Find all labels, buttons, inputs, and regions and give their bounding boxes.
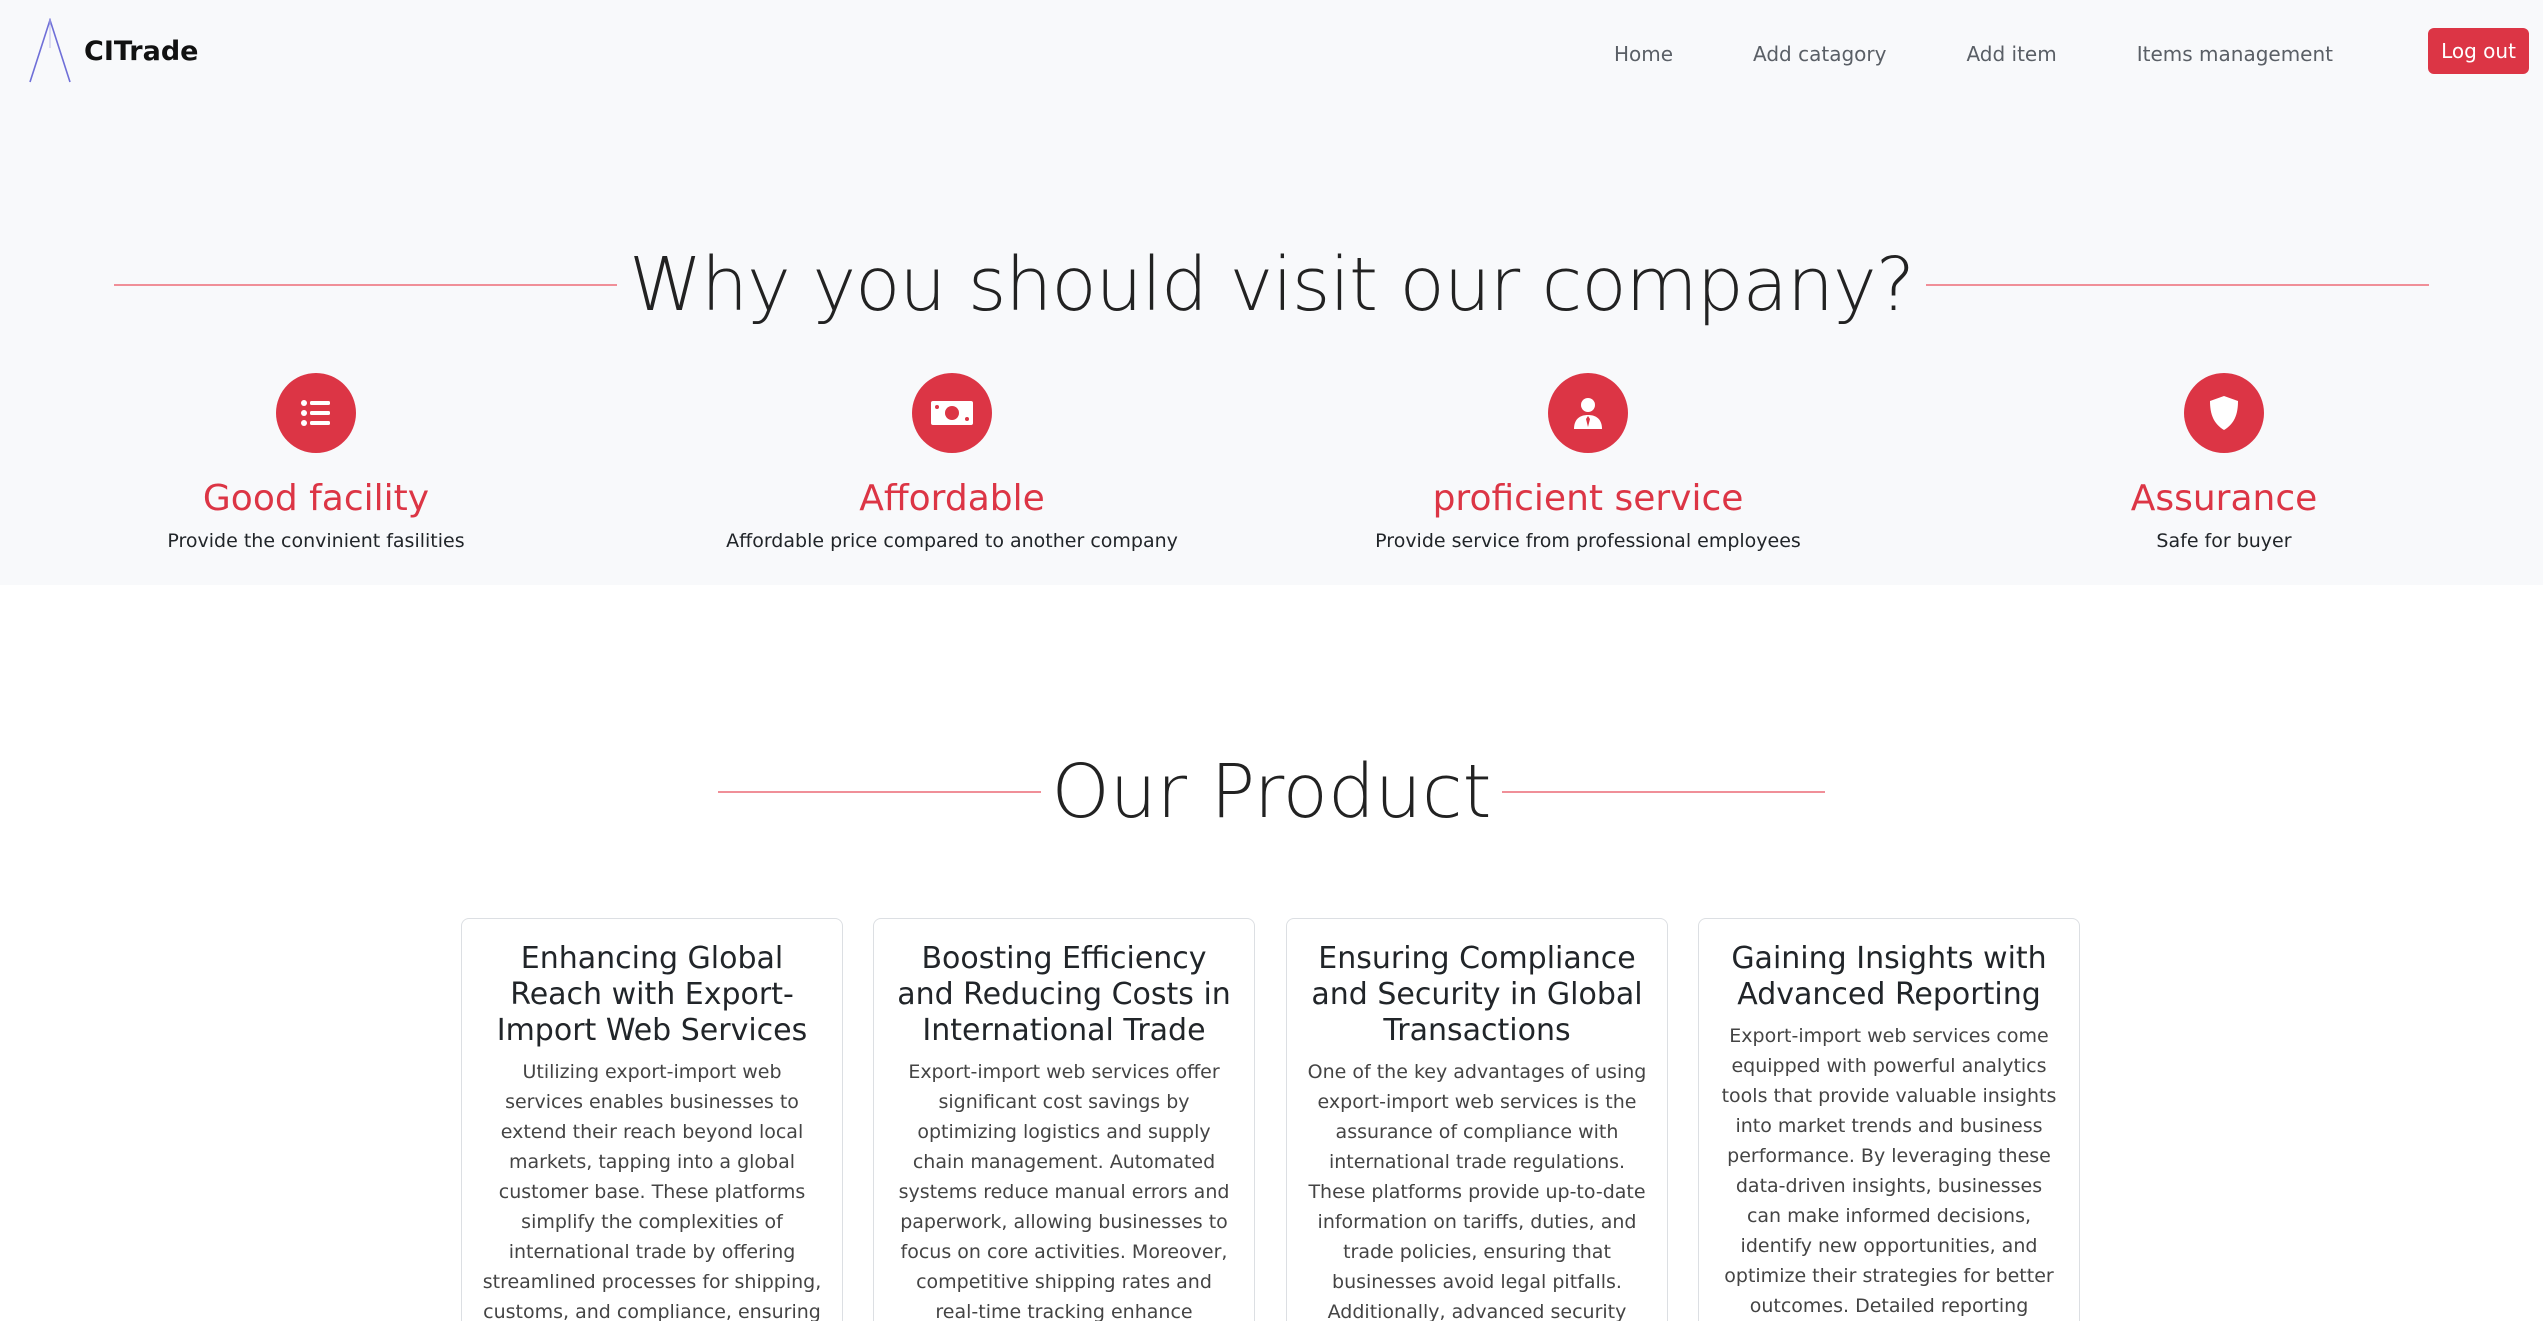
- title-divider-left: [113, 284, 617, 286]
- feature-title: Affordable: [859, 478, 1045, 519]
- nav-links: Home Add catagory Add item Items managem…: [1614, 0, 2333, 108]
- product-card: Gaining Insights with Advanced Reporting…: [1698, 918, 2080, 1321]
- feature-desc: Provide service from professional employ…: [1375, 530, 1801, 553]
- list-icon: [276, 373, 356, 453]
- card-text: Utilizing export-import web services ena…: [482, 1061, 822, 1321]
- nav-add-category[interactable]: Add catagory: [1753, 42, 1886, 66]
- product-card: Ensuring Compliance and Security in Glob…: [1286, 918, 1668, 1321]
- shield-icon: [2184, 373, 2264, 453]
- why-title-row: Why you should visit our company?: [0, 248, 2543, 322]
- card-title: Enhancing Global Reach with Export-Impor…: [496, 941, 808, 1048]
- card-text: One of the key advantages of using expor…: [1307, 1061, 1647, 1321]
- brand-link[interactable]: CITrade: [28, 18, 199, 84]
- feature-title: Assurance: [2130, 478, 2318, 519]
- feature-good-facility: Good facility Provide the convinient fas…: [36, 373, 596, 552]
- feature-title: proficient service: [1432, 478, 1744, 519]
- navbar: CITrade Home Add catagory Add item Items…: [0, 0, 2543, 108]
- feature-assurance: Assurance Safe for buyer: [1944, 373, 2504, 552]
- feature-desc: Safe for buyer: [2156, 530, 2292, 553]
- feature-title: Good facility: [202, 478, 430, 519]
- title-divider-left: [718, 791, 1042, 793]
- money-icon: [912, 373, 992, 453]
- card-text: Export-import web services offer signifi…: [898, 1061, 1230, 1321]
- person-tie-icon: [1548, 373, 1628, 453]
- feature-proficient-service: proficient service Provide service from …: [1308, 373, 1868, 552]
- card-text: Export-import web services come equipped…: [1721, 1025, 2057, 1317]
- why-section: Why you should visit our company? Good f…: [0, 108, 2543, 585]
- feature-affordable: Affordable Affordable price compared to …: [672, 373, 1232, 552]
- product-title-row: Our Product: [0, 755, 2543, 829]
- product-title: Our Product: [1051, 749, 1492, 835]
- feature-desc: Provide the convinient fasilities: [167, 530, 465, 553]
- nav-add-item[interactable]: Add item: [1966, 42, 2056, 66]
- brand-logo-icon: [29, 18, 71, 83]
- title-divider-right: [1926, 284, 2430, 286]
- nav-home[interactable]: Home: [1614, 42, 1673, 66]
- nav-items-management[interactable]: Items management: [2137, 42, 2333, 66]
- card-title: Gaining Insights with Advanced Reporting: [1731, 941, 2047, 1012]
- why-title: Why you should visit our company?: [628, 242, 1915, 328]
- product-card: Boosting Efficiency and Reducing Costs i…: [873, 918, 1255, 1321]
- feature-desc: Affordable price compared to another com…: [726, 530, 1178, 553]
- card-title: Boosting Efficiency and Reducing Costs i…: [897, 941, 1231, 1048]
- product-card: Enhancing Global Reach with Export-Impor…: [461, 918, 843, 1321]
- brand-name: CITrade: [84, 35, 199, 67]
- title-divider-right: [1501, 791, 1825, 793]
- logout-button[interactable]: Log out: [2428, 28, 2529, 74]
- card-title: Ensuring Compliance and Security in Glob…: [1311, 941, 1643, 1048]
